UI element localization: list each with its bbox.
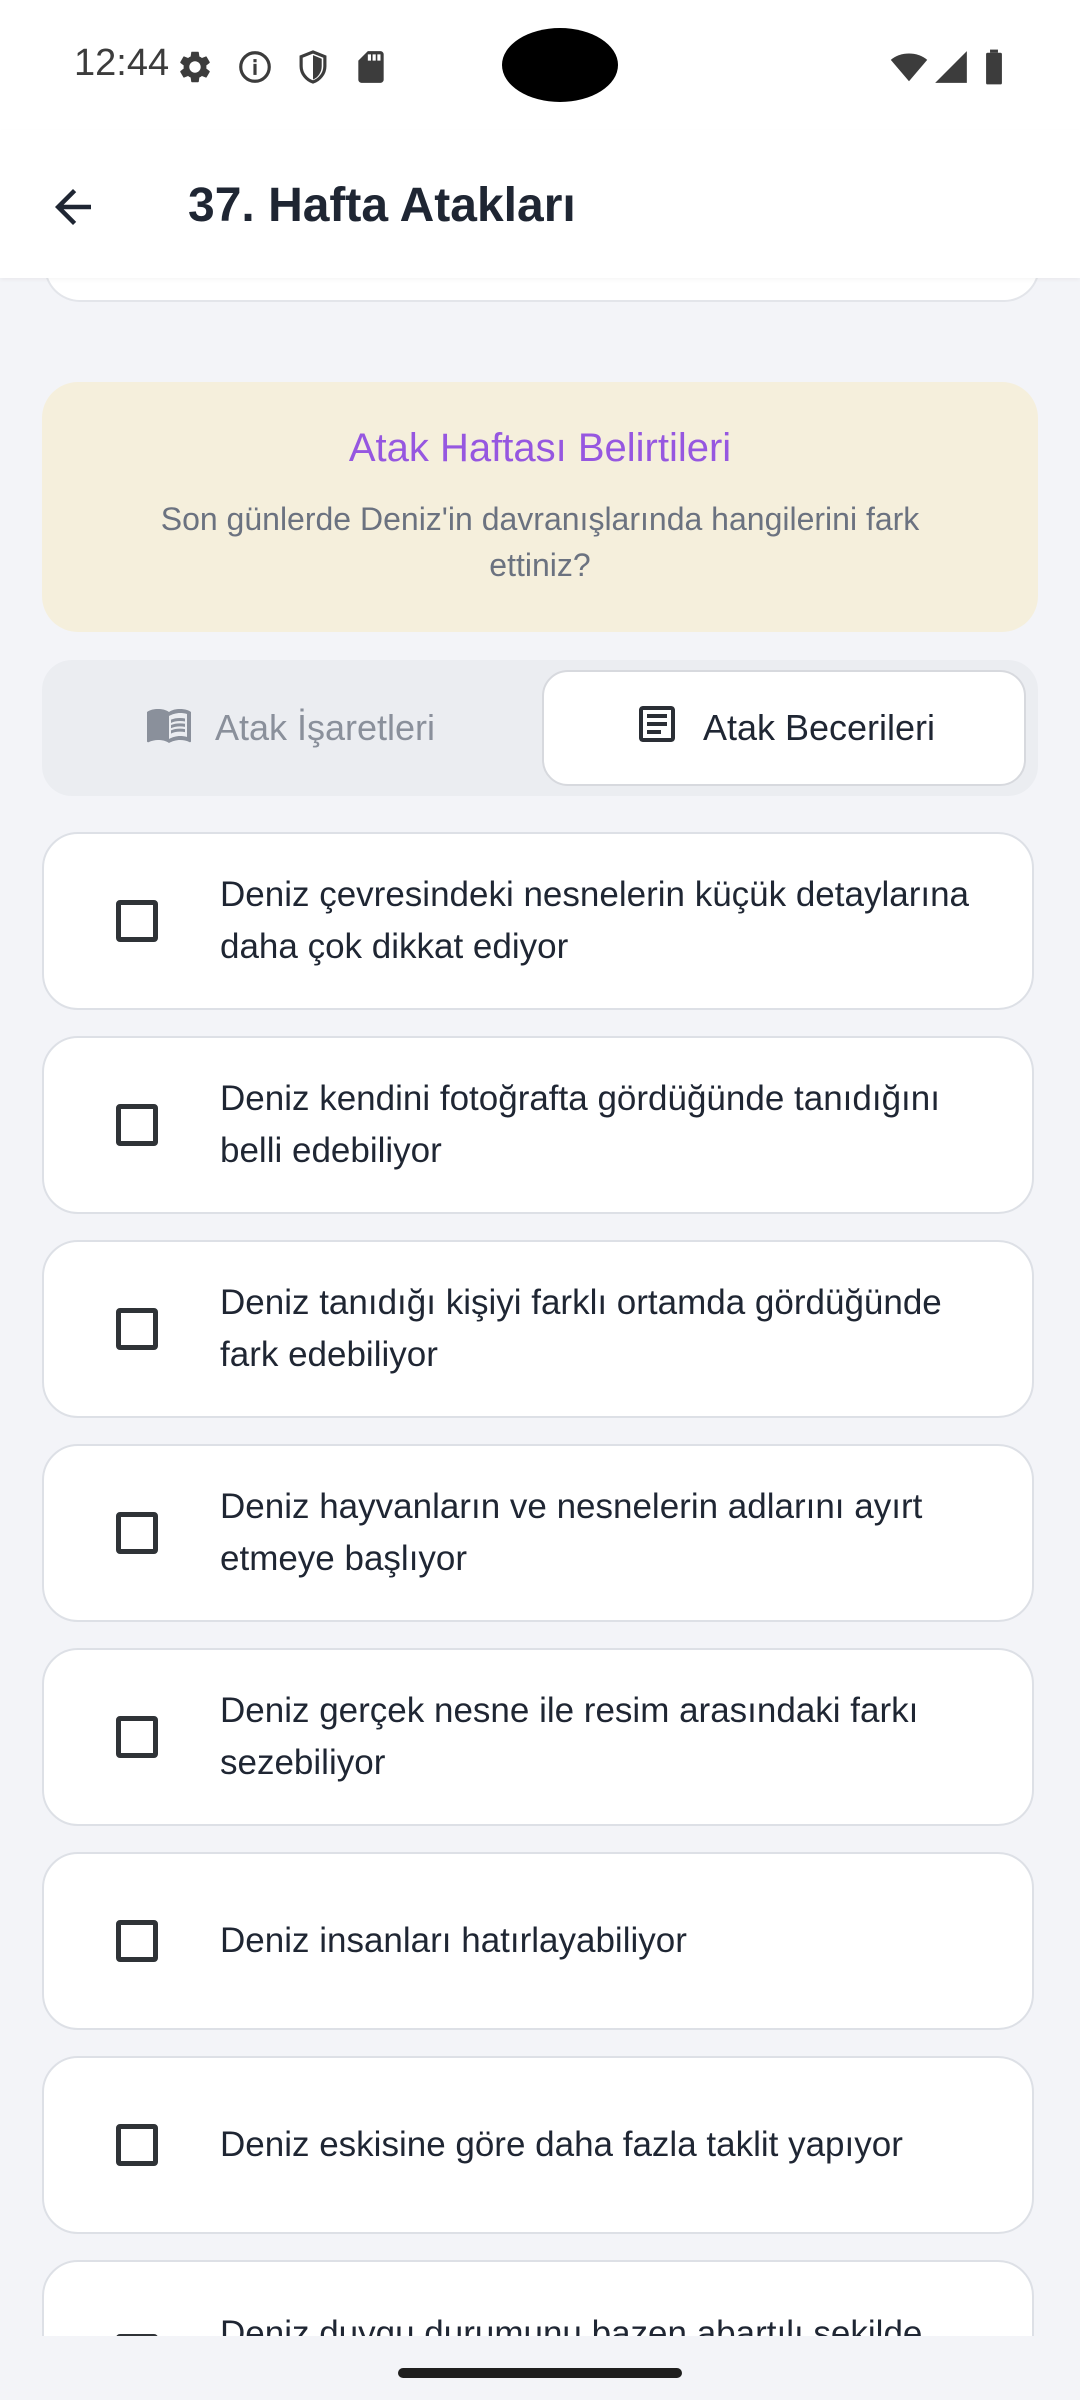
checkbox[interactable] [116,1920,158,1962]
sim-card-icon [352,48,390,86]
list-item[interactable]: Deniz çevresindeki nesnelerin küçük deta… [42,832,1034,1010]
page-title: 37. Hafta Atakları [188,179,576,232]
battery-icon [982,48,1006,86]
item-text: Deniz tanıdığı kişiyi farklı ortamda gör… [220,1283,942,1374]
tab-atak-isaretleri[interactable]: Atak İşaretleri [52,670,528,786]
document-icon [633,700,681,757]
checkbox[interactable] [116,900,158,942]
item-text: Deniz eskisine göre daha fazla taklit ya… [220,2125,903,2164]
navigation-bar [0,2336,1080,2400]
banner-subtitle: Son günlerde Deniz'in davranışlarında ha… [160,501,920,583]
shield-icon [294,48,332,86]
info-icon [236,48,274,86]
checkbox[interactable] [116,1308,158,1350]
scroll-content[interactable]: Atak Haftası Belirtileri Son günlerde De… [0,0,1080,2336]
home-handle[interactable] [398,2368,682,2378]
book-icon [145,700,193,757]
checkbox[interactable] [116,1104,158,1146]
list-item[interactable]: Deniz hayvanların ve nesnelerin adlarını… [42,1444,1034,1622]
item-text: Deniz kendini fotoğrafta gördüğünde tanı… [220,1079,940,1170]
checkbox[interactable] [116,1512,158,1554]
gear-icon [176,48,214,86]
list-item[interactable]: Deniz insanları hatırlayabiliyor [42,1852,1034,2030]
tab-switcher: Atak İşaretleri Atak Becerileri [42,660,1038,796]
item-text: Deniz hayvanların ve nesnelerin adlarını… [220,1487,923,1578]
tab-label: Atak Becerileri [702,707,936,748]
app-bar: 37. Hafta Atakları [0,130,1080,278]
list-item[interactable]: Deniz kendini fotoğrafta gördüğünde tanı… [42,1036,1034,1214]
banner-title: Atak Haftası Belirtileri [348,426,732,470]
arrow-left-icon[interactable] [46,180,100,234]
signal-icon [932,48,970,86]
item-text: Deniz insanları hatırlayabiliyor [220,1921,687,1960]
list-item[interactable]: Deniz gerçek nesne ile resim arasındaki … [42,1648,1034,1826]
list-item[interactable]: Deniz tanıdığı kişiyi farklı ortamda gör… [42,1240,1034,1418]
status-bar: 12:44 [0,0,1080,130]
checkbox[interactable] [116,2124,158,2166]
status-time: 12:44 [74,42,170,84]
list-item[interactable]: Deniz duygu durumunu bazen abartılı şeki… [42,2260,1034,2336]
list-item[interactable]: Deniz eskisine göre daha fazla taklit ya… [42,2056,1034,2234]
item-text: Deniz duygu durumunu bazen abartılı şeki… [220,2314,923,2336]
item-text: Deniz çevresindeki nesnelerin küçük deta… [220,875,970,966]
symptoms-banner: Atak Haftası Belirtileri Son günlerde De… [42,382,1038,632]
item-text: Deniz gerçek nesne ile resim arasındaki … [220,1691,919,1782]
checkbox[interactable] [116,1716,158,1758]
tab-atak-becerileri[interactable]: Atak Becerileri [542,670,1026,786]
tab-label: Atak İşaretleri [214,707,436,748]
wifi-icon [888,48,930,86]
camera-cutout [502,28,618,102]
